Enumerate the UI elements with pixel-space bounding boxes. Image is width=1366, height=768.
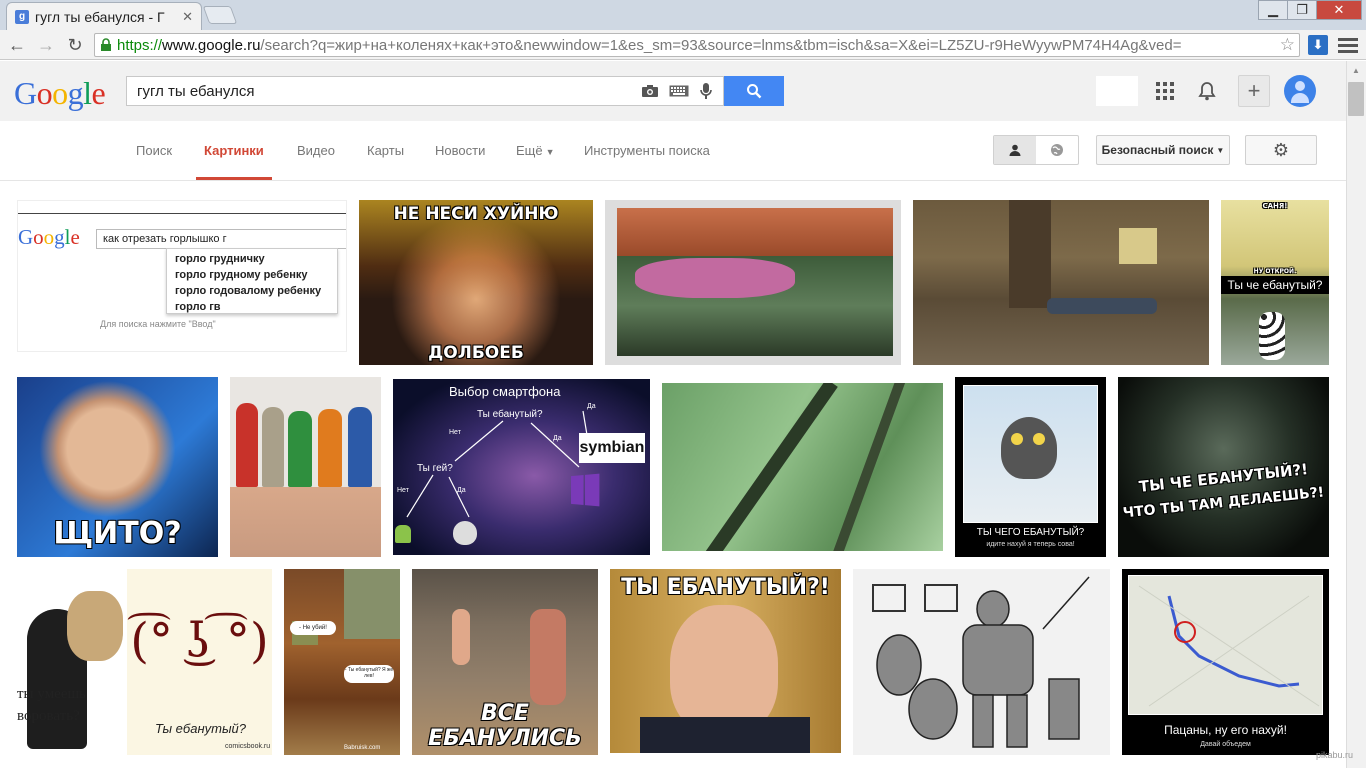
settings-gear-icon[interactable]: ⚙ (1245, 135, 1317, 165)
apple-logo (453, 521, 477, 545)
keyboard-icon[interactable] (669, 85, 689, 97)
tab-video[interactable]: Видео (297, 143, 335, 158)
google-favicon-icon: g (15, 9, 29, 24)
browser-toolbar: ← → ↻ https://www.google.ru/search?q=жир… (0, 30, 1366, 60)
comic-sketch (872, 576, 1090, 748)
scroll-up-arrow-icon[interactable]: ▲ (1346, 62, 1366, 78)
image-result-thief-lenny[interactable]: ты умеешь воровать? (͡° ͜ʖ ͡°) Ты ебанут… (17, 569, 272, 755)
suggestion: горло гв (175, 301, 221, 313)
address-bar[interactable]: https://www.google.ru/search?q=жир+на+ко… (94, 33, 1300, 57)
tab-maps[interactable]: Карты (367, 143, 404, 158)
meme-caption-bottom: ДОЛБОЕБ (428, 343, 524, 363)
back-icon[interactable]: ← (6, 34, 28, 56)
windows-logo (571, 473, 600, 507)
tab-close-icon[interactable]: ✕ (182, 9, 193, 25)
globe-icon[interactable] (1036, 136, 1078, 164)
minimize-button[interactable]: ▁ (1258, 0, 1288, 20)
chevron-down-icon: ▼ (1216, 145, 1225, 155)
browser-tab[interactable]: g гугл ты ебанулся - Г ✕ (6, 2, 202, 30)
account-name-box[interactable] (1096, 76, 1138, 106)
demotivator-subtitle: Давай объедем (1200, 741, 1251, 748)
speech-bubble: - Не убий! (290, 621, 336, 635)
meme-caption: ты умеешь воровать? (17, 686, 86, 724)
meme-caption: ВСЕ ЕБАНУЛИСЬ (428, 701, 582, 751)
image-result-game-screenshot[interactable] (913, 200, 1209, 365)
scrollbar-thumb[interactable] (1348, 82, 1364, 116)
demotivator-title: Пацаны, ну его нахуй! (1164, 723, 1287, 737)
image-result-creepy-meme[interactable]: ТЫ ЧЕ ЕБАНУТЫЙ?! ЧТО ТЫ ТАМ ДЕЛАЕШЬ?! (1118, 377, 1329, 557)
search-input[interactable]: гугл ты ебанулся (126, 76, 724, 106)
suggestion: горло грудничку (175, 253, 265, 265)
image-result-jackie-meme[interactable]: НЕ НЕСИ ХУЙНЮ ДОЛБОЕБ (359, 200, 593, 365)
watermark: pikabu.ru (1316, 750, 1354, 760)
image-result-google-autocomplete[interactable]: Google как отрезать горлышко г горло гру… (17, 200, 347, 352)
download-extension-icon[interactable]: ⬇ (1308, 35, 1328, 55)
camera-icon[interactable] (641, 84, 659, 98)
google-logo[interactable]: Google (14, 75, 106, 112)
lenny-face: (͡° ͜ʖ ͡°) (130, 613, 269, 669)
microphone-icon[interactable] (699, 82, 713, 100)
image-result-putin-meme[interactable]: ТЫ ЕБАНУТЫЙ?! (610, 569, 841, 753)
personal-results-icon[interactable] (994, 136, 1036, 164)
lock-icon (101, 38, 111, 51)
tab-more[interactable]: Ещё ▼ (516, 143, 555, 158)
meme-caption: Ты ебанутый? (155, 721, 246, 736)
browser-menu-icon[interactable] (1338, 36, 1358, 54)
notifications-bell-icon[interactable] (1194, 76, 1220, 106)
enter-hint: Для поиска нажмите "Ввод" (100, 319, 216, 329)
meme-caption: Ты че ебанутый? (1221, 276, 1329, 294)
chevron-down-icon: ▼ (545, 147, 555, 157)
search-icon (747, 84, 762, 99)
suggestion: горло грудному ребенку (175, 269, 308, 281)
user-avatar[interactable] (1284, 75, 1316, 107)
bookmark-star-icon[interactable]: ☆ (1280, 35, 1295, 55)
image-result-green-boards[interactable] (662, 383, 943, 551)
google-header: Google гугл ты ебанулся + (0, 61, 1346, 121)
image-result-map-meme[interactable]: Пацаны, ну его нахуй! Давай объедем (1122, 569, 1329, 755)
results-toggle (993, 135, 1079, 165)
search-query: гугл ты ебанулся (137, 82, 255, 100)
demotivator-title: ТЫ ЧЕГО ЕБАНУТЫЙ? (976, 527, 1085, 538)
maximize-button[interactable]: ❐ (1287, 0, 1317, 20)
apps-grid-icon[interactable] (1153, 76, 1177, 106)
symbian-logo: symbian (579, 433, 645, 463)
image-result-browser-girls[interactable] (230, 377, 381, 557)
image-result-photo-underground[interactable] (605, 200, 901, 365)
tab-news[interactable]: Новости (435, 143, 485, 158)
image-result-dog-door[interactable]: САНЯ! НУ ОТКРОЙ. Ты че ебанутый? (1221, 200, 1329, 365)
image-result-smartphone-choice[interactable]: Выбор смартфона Ты ебанутый? Ты гей? Нет… (393, 379, 650, 555)
android-logo (395, 525, 411, 543)
forward-icon[interactable]: → (35, 34, 57, 56)
url-text: https://www.google.ru/search?q=жир+на+ко… (117, 36, 1182, 54)
window-controls: ▁ ❐ ✕ (1258, 0, 1362, 20)
meme-caption: ТЫ ЕБАНУТЫЙ?! (621, 575, 830, 600)
tab-title: гугл ты ебанулся - Г (35, 8, 165, 25)
tab-images[interactable]: Картинки (196, 143, 272, 180)
chart-title: Выбор смартфона (449, 384, 561, 399)
demotivator-subtitle: идите нахуй я теперь сова! (986, 541, 1075, 548)
reload-icon[interactable]: ↻ (64, 34, 86, 56)
search-input: как отрезать горлышко г (96, 229, 346, 249)
image-result-painting-lion[interactable]: - Не убий! - Ты ебанутый? Я же лев! Babr… (284, 569, 400, 755)
image-result-boy-meme[interactable]: ЩИТО? (17, 377, 218, 557)
suggestion: горло годовалому ребенку (175, 285, 322, 297)
scrollbar[interactable] (1346, 61, 1366, 768)
meme-caption-top: НЕ НЕСИ ХУЙНЮ (393, 204, 559, 224)
autocomplete-suggestions: горло грудничку горло грудному ребенку г… (166, 248, 338, 314)
speech-bubble: - Ты ебанутый? Я же лев! (344, 665, 394, 683)
image-result-cat-owl[interactable]: ТЫ ЧЕГО ЕБАНУТЫЙ? идите нахуй я теперь с… (955, 377, 1106, 557)
tab-search[interactable]: Поиск (136, 143, 172, 158)
image-result-village-meme[interactable]: ВСЕ ЕБАНУЛИСЬ (412, 569, 598, 755)
google-logo: Google (18, 225, 80, 249)
share-plus-button[interactable]: + (1238, 75, 1270, 107)
new-tab-button[interactable] (202, 6, 238, 24)
close-window-button[interactable]: ✕ (1316, 0, 1362, 20)
meme-caption: ЩИТО? (53, 516, 182, 551)
search-button[interactable] (724, 76, 784, 106)
map-route (1138, 585, 1320, 707)
browser-titlebar: g гугл ты ебанулся - Г ✕ ▁ ❐ ✕ (0, 0, 1366, 30)
safe-search-dropdown[interactable]: Безопасный поиск ▼ (1096, 135, 1230, 165)
tab-search-tools[interactable]: Инструменты поиска (584, 143, 710, 158)
image-result-comic-drawing[interactable] (853, 569, 1110, 755)
